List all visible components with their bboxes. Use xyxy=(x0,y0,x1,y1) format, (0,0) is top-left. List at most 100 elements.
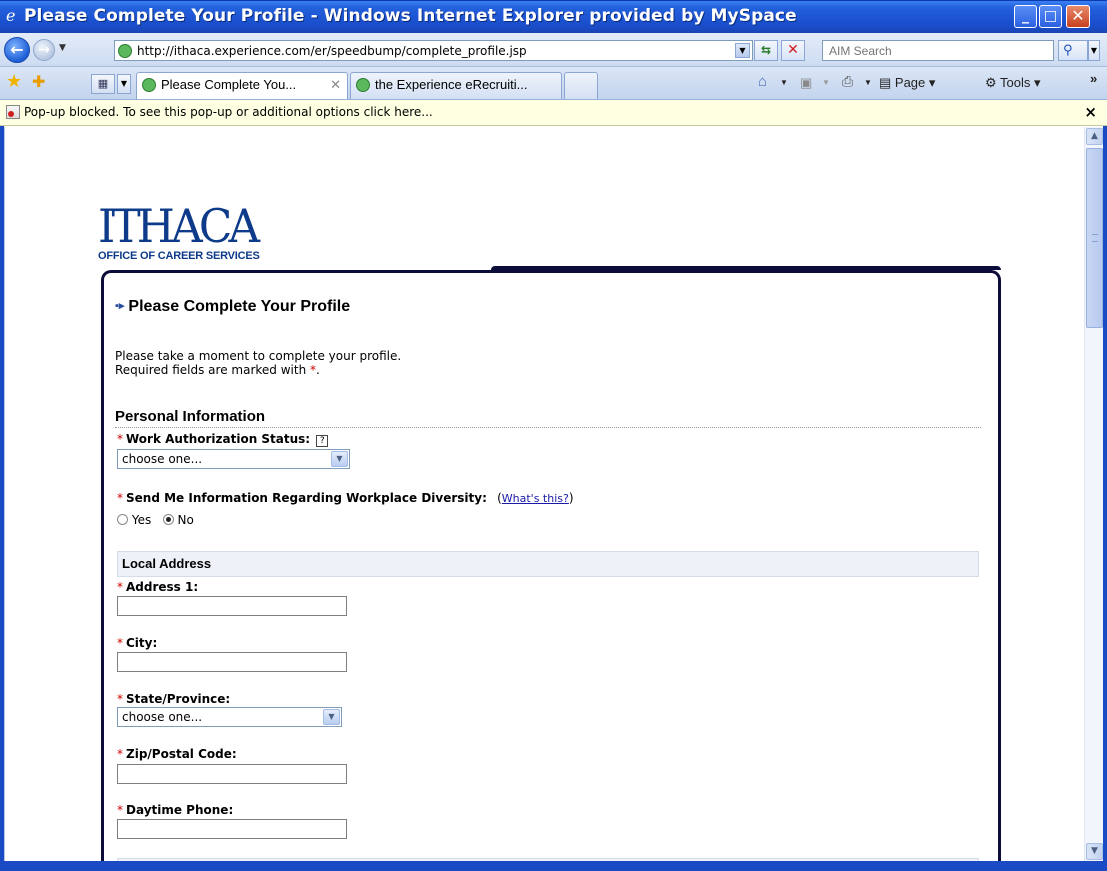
tab-bar: ★ ✚ ▦ ▼ Please Complete You... ✕ the Exp… xyxy=(0,67,1107,100)
phone-input[interactable] xyxy=(118,820,346,838)
tab-label: Please Complete You... xyxy=(161,77,297,92)
tools-menu-label: Tools ▾ xyxy=(1000,75,1041,90)
required-marker: * xyxy=(117,803,123,817)
close-tab-icon[interactable]: ✕ xyxy=(330,73,341,97)
feeds-dropdown-icon[interactable]: ▼ xyxy=(822,78,830,87)
window-title: Please Complete Your Profile - Windows I… xyxy=(24,6,797,26)
heading-bullet-icon: ▪▸ xyxy=(115,300,125,312)
page-menu-label: Page ▾ xyxy=(894,75,936,90)
required-marker: * xyxy=(117,580,123,594)
page-icon: ▤ xyxy=(879,75,895,90)
print-dropdown-icon[interactable]: ▼ xyxy=(864,78,872,87)
scroll-grip-icon xyxy=(1092,234,1098,242)
vertical-scrollbar[interactable]: ▲ ▼ xyxy=(1084,127,1103,861)
favorites-star-icon[interactable]: ★ xyxy=(6,73,22,91)
search-box[interactable] xyxy=(822,40,1054,61)
zip-input[interactable] xyxy=(118,765,346,783)
work-authorization-label-text: Work Authorization Status: xyxy=(126,432,311,446)
address1-label: * Address 1: xyxy=(117,580,198,594)
search-icon[interactable]: ⚲ xyxy=(1058,40,1088,61)
close-window-button[interactable]: ✕ xyxy=(1066,5,1090,28)
required-marker: * xyxy=(117,432,123,446)
refresh-button[interactable]: ⇆ xyxy=(754,40,778,61)
phone-field[interactable] xyxy=(117,819,347,839)
feeds-icon[interactable]: ▣ xyxy=(800,75,812,91)
minimize-button[interactable]: _ xyxy=(1014,5,1037,28)
page-menu-button[interactable]: ▤ Page ▾ xyxy=(879,75,935,91)
tab-experience-erecruiting[interactable]: the Experience eRecruiti... xyxy=(350,72,562,99)
diversity-radio-group: Yes No xyxy=(117,513,194,527)
diversity-no-radio[interactable] xyxy=(162,514,174,525)
state-select[interactable]: choose one... ▼ xyxy=(117,707,342,727)
print-icon[interactable]: ⎙ xyxy=(842,73,853,90)
tab-label: the Experience eRecruiti... xyxy=(375,77,528,92)
required-marker: * xyxy=(117,636,123,650)
work-authorization-label: * Work Authorization Status: ? xyxy=(117,432,329,447)
section-divider xyxy=(115,427,981,428)
popup-blocked-icon xyxy=(6,105,20,119)
search-input[interactable] xyxy=(823,41,1053,60)
more-commands-button[interactable]: » xyxy=(1090,71,1097,86)
paren-close: ) xyxy=(568,491,574,505)
new-tab-button[interactable] xyxy=(564,72,598,99)
address1-label-text: Address 1: xyxy=(126,580,199,594)
section-personal-information: Personal Information xyxy=(115,408,266,425)
address1-field[interactable] xyxy=(117,596,347,616)
required-marker: * xyxy=(117,747,123,761)
city-input[interactable] xyxy=(118,653,346,671)
scroll-down-icon[interactable]: ▼ xyxy=(1086,843,1103,860)
address1-input[interactable] xyxy=(118,597,346,615)
address-field[interactable]: http://ithaca.experience.com/er/speedbum… xyxy=(114,40,753,61)
forward-button[interactable]: → xyxy=(33,39,55,61)
address-history-dropdown-icon[interactable]: ▼ xyxy=(735,43,750,58)
whats-this-wrapper: (What's this?) xyxy=(497,491,573,505)
close-info-bar-icon[interactable]: × xyxy=(1084,103,1097,121)
home-dropdown-icon[interactable]: ▼ xyxy=(780,78,788,87)
window-frame-right xyxy=(1103,100,1107,871)
back-button[interactable]: ← xyxy=(4,37,30,63)
required-marker: * xyxy=(117,491,123,505)
logo-name: ITHACA xyxy=(98,199,260,253)
popup-blocked-info-bar[interactable]: Pop-up blocked. To see this pop-up or ad… xyxy=(0,100,1107,126)
page-title-text: Please Complete Your Profile xyxy=(128,298,351,315)
city-label: * City: xyxy=(117,636,157,650)
tools-menu-button[interactable]: ⚙ Tools ▾ xyxy=(985,75,1041,91)
page-content: ITHACA OFFICE OF CAREER SERVICES ▪▸ Pleas… xyxy=(4,127,1084,871)
intro-line-2: Required fields are marked with *. xyxy=(115,363,401,377)
intro-line-2-text: Required fields are marked with xyxy=(115,363,307,377)
ithaca-logo: ITHACA OFFICE OF CAREER SERVICES xyxy=(98,203,298,262)
tab-favicon-icon xyxy=(142,78,156,92)
recent-pages-dropdown-icon[interactable]: ▼ xyxy=(59,43,66,53)
maximize-button[interactable]: □ xyxy=(1039,5,1062,28)
stop-button[interactable]: ✕ xyxy=(781,40,805,61)
diversity-yes-radio[interactable] xyxy=(117,514,128,525)
help-icon[interactable]: ? xyxy=(316,435,329,447)
site-favicon-icon xyxy=(118,44,132,58)
address-url: http://ithaca.experience.com/er/speedbum… xyxy=(137,44,527,58)
state-label: * State/Province: xyxy=(117,692,230,706)
intro-line-1: Please take a moment to complete your pr… xyxy=(115,349,402,363)
add-favorites-icon[interactable]: ✚ xyxy=(32,73,45,91)
scroll-thumb[interactable] xyxy=(1086,148,1103,328)
intro-text: Please take a moment to complete your pr… xyxy=(115,349,401,377)
ie-logo-icon: e xyxy=(6,6,16,25)
title-bar: e Please Complete Your Profile - Windows… xyxy=(0,0,1107,33)
info-bar-message[interactable]: Pop-up blocked. To see this pop-up or ad… xyxy=(24,105,433,119)
home-icon[interactable]: ⌂ xyxy=(758,73,767,90)
chevron-down-icon[interactable]: ▼ xyxy=(323,709,340,725)
state-selected: choose one... xyxy=(122,710,203,724)
scroll-up-icon[interactable]: ▲ xyxy=(1086,128,1103,145)
window-frame-bottom xyxy=(0,861,1107,871)
city-field[interactable] xyxy=(117,652,347,672)
address-toolbar: ← → ▼ http://ithaca.experience.com/er/sp… xyxy=(0,33,1107,67)
quick-tabs-icon[interactable]: ▦ xyxy=(91,74,115,94)
search-options-dropdown-icon[interactable]: ▼ xyxy=(1088,40,1100,61)
work-authorization-select[interactable]: choose one... ▼ xyxy=(117,449,350,469)
whats-this-link[interactable]: What's this? xyxy=(502,492,569,505)
chevron-down-icon[interactable]: ▼ xyxy=(331,451,348,467)
tab-complete-profile[interactable]: Please Complete You... ✕ xyxy=(136,72,348,99)
tab-list-dropdown-icon[interactable]: ▼ xyxy=(117,74,131,94)
diversity-label-text: Send Me Information Regarding Workplace … xyxy=(126,491,487,505)
gear-icon: ⚙ xyxy=(985,75,1001,90)
zip-field[interactable] xyxy=(117,764,347,784)
